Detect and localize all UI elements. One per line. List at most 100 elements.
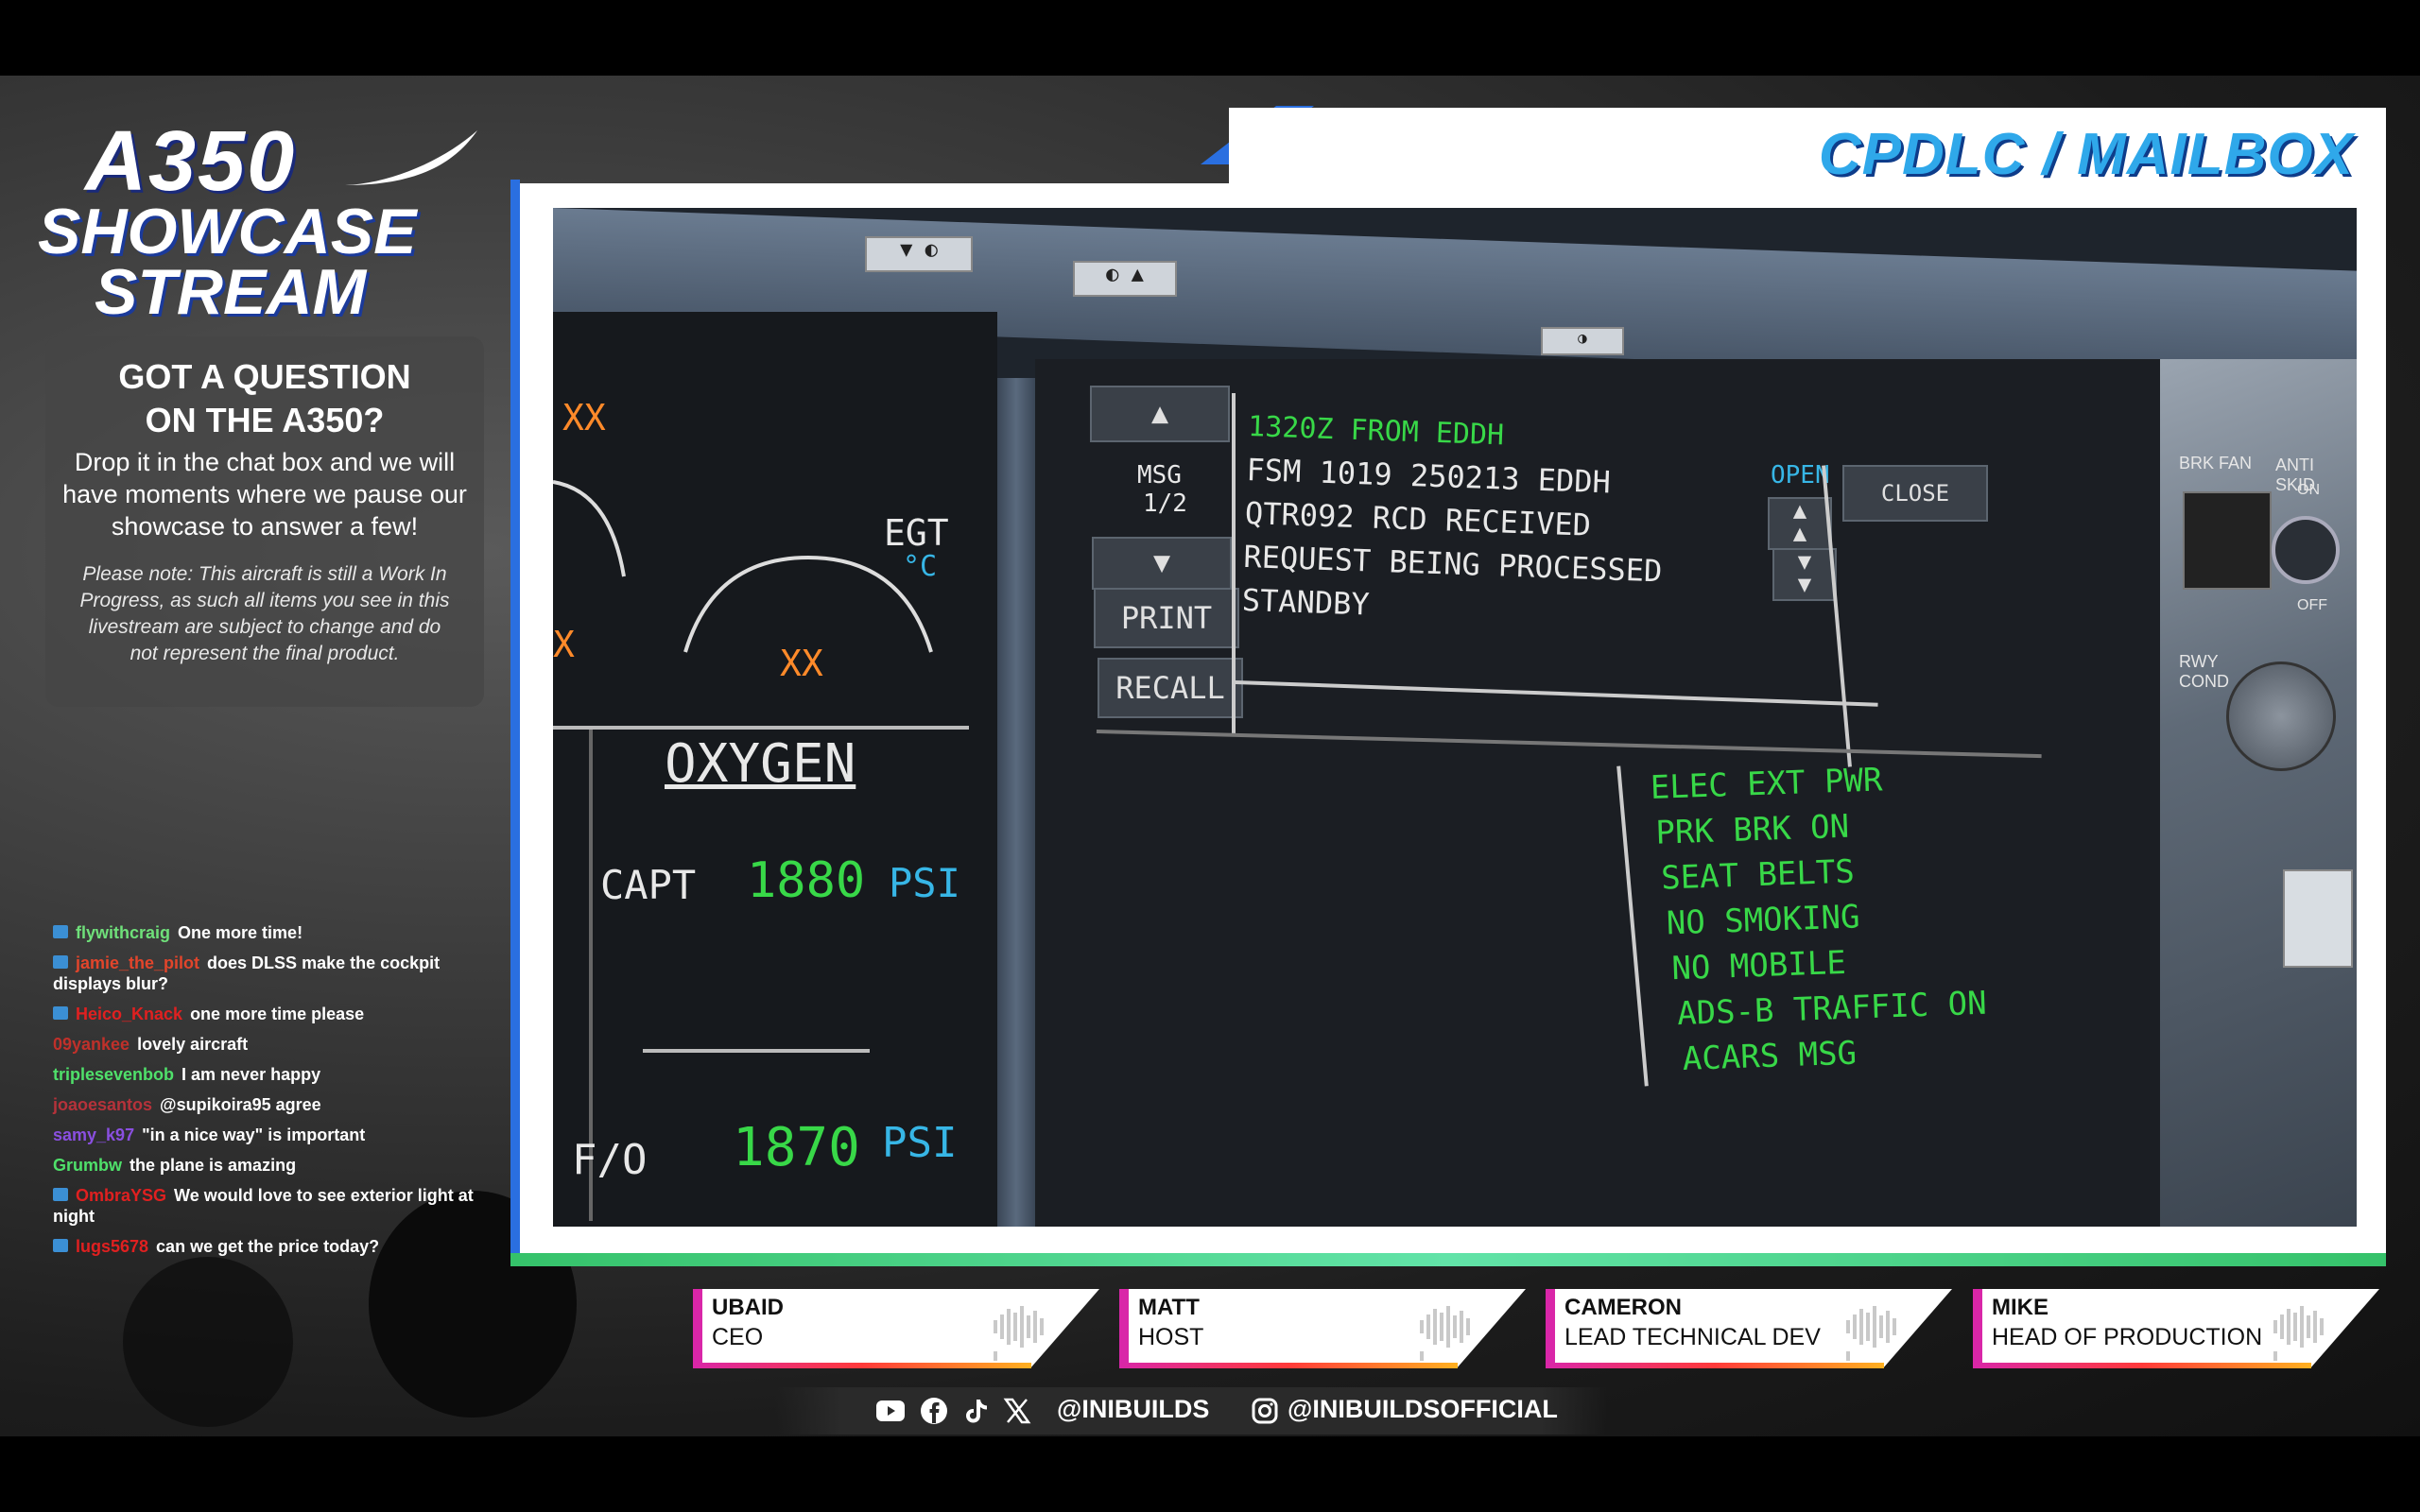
youtube-icon[interactable]	[875, 1397, 906, 1425]
presenter-accent	[1119, 1363, 1458, 1368]
tiktok-icon[interactable]	[960, 1397, 991, 1425]
chat-username[interactable]: 09yankee	[53, 1035, 130, 1054]
chat-text: the plane is amazing	[130, 1156, 297, 1175]
chat-username[interactable]: joaoesantos	[53, 1095, 152, 1114]
chat-username[interactable]: Heico_Knack	[76, 1005, 182, 1023]
chat-message: lugs5678 can we get the price today?	[53, 1236, 488, 1257]
egt-label: EGT	[884, 512, 949, 554]
msg-down-button[interactable]: ▼	[1092, 537, 1232, 590]
chat-text: lovely aircraft	[137, 1035, 249, 1054]
audio-wave-icon	[2273, 1306, 2330, 1361]
scroll-up-button[interactable]: ▲ ▲	[1768, 497, 1832, 550]
subscriber-badge-icon	[53, 1006, 68, 1021]
swoosh-icon	[345, 130, 477, 185]
msg-page-count: 1/2	[1143, 490, 1187, 518]
chat-username[interactable]: lugs5678	[76, 1237, 148, 1256]
disclaimer-note: Please note: This aircraft is still a Wo…	[79, 563, 450, 664]
capt-oxygen-value: 1880	[747, 852, 866, 909]
chat-text: I am never happy	[182, 1065, 321, 1084]
anti-skid-switch[interactable]	[2272, 516, 2340, 584]
chat-message: triplesevenbob I am never happy	[53, 1064, 488, 1085]
logo-stream-text: STREAM	[95, 256, 367, 328]
question-title-line1: GOT A QUESTION	[118, 357, 411, 396]
chat-username[interactable]: samy_k97	[53, 1125, 134, 1144]
bezel-power-button[interactable]: ◑	[1541, 327, 1624, 355]
anti-skid-off-label: OFF	[2297, 597, 2327, 613]
subscriber-badge-icon	[53, 1188, 68, 1202]
chat-message: joaoesantos @supikoira95 agree	[53, 1094, 488, 1115]
subscriber-badge-icon	[53, 925, 68, 939]
presenter-role: HOST	[1138, 1324, 1204, 1350]
chat-username[interactable]: Grumbw	[53, 1156, 122, 1175]
scroll-down-button[interactable]: ▼ ▼	[1772, 548, 1837, 601]
chat-text: can we get the price today?	[156, 1237, 380, 1256]
message-body: FSM 1019 250213 EDDH QTR092 RCD RECEIVED R…	[1241, 448, 1776, 640]
social-handle-inibuilds[interactable]: @INIBUILDS	[1057, 1395, 1209, 1424]
section-title: CPDLC / MAILBOX	[1818, 122, 2354, 187]
anti-skid-on-label: ON	[2297, 482, 2320, 498]
msg-label: MSG	[1137, 461, 1182, 490]
chat-text: one more time please	[190, 1005, 365, 1023]
facebook-icon[interactable]	[919, 1397, 949, 1425]
overhead-pushbutton[interactable]	[2283, 869, 2353, 968]
presenter-role: HEAD OF PRODUCTION	[1992, 1324, 2263, 1350]
chat-message: jamie_the_pilot does DLSS make the cockpi…	[53, 953, 488, 994]
fo-oxygen-value: 1870	[733, 1117, 860, 1178]
presenter-accent	[1119, 1289, 1129, 1368]
capt-label: CAPT	[600, 862, 697, 908]
audio-wave-icon	[994, 1306, 1050, 1361]
chat-message: OmbraYSG We would love to see exterior li…	[53, 1185, 488, 1227]
presenter-accent	[693, 1363, 1031, 1368]
brk-fan-label: BRK FAN	[2179, 454, 2253, 472]
presenter-accent	[693, 1289, 702, 1368]
x-icon[interactable]	[1002, 1397, 1032, 1425]
chat-text: "in a nice way" is important	[142, 1125, 366, 1144]
msg-up-button[interactable]: ▲	[1090, 386, 1230, 442]
chat-message: samy_k97 "in a nice way" is important	[53, 1125, 488, 1145]
chat-username[interactable]: jamie_the_pilot	[76, 954, 199, 972]
chat-message: Heico_Knack one more time please	[53, 1004, 488, 1024]
fo-oxygen-unit: PSI	[882, 1119, 958, 1167]
presenter-accent	[1546, 1289, 1555, 1368]
capt-oxygen-unit: PSI	[889, 860, 960, 906]
cockpit-video: ▼ ◐ ◐ ▲ ◑ XX X EGT °C XX OXYGEN CAPT 188…	[553, 208, 2357, 1227]
chat-text: @supikoira95 agree	[160, 1095, 321, 1114]
indicator-x-mid: X	[553, 624, 575, 665]
presenter-accent	[1973, 1363, 2311, 1368]
divider	[643, 1049, 870, 1053]
instagram-icon[interactable]	[1250, 1397, 1280, 1425]
oxygen-title: OXYGEN	[665, 733, 856, 795]
landing-gear-wheel	[123, 1257, 293, 1427]
divider	[553, 726, 969, 730]
bezel-brightness-down-button[interactable]: ▼ ◐	[865, 236, 973, 272]
social-handle-inibuildsofficial[interactable]: @INIBUILDSOFFICIAL	[1288, 1395, 1558, 1424]
egt-value: XX	[780, 643, 823, 684]
presenter-card: MIKE HEAD OF PRODUCTION	[1973, 1289, 2379, 1368]
chat-text: One more time!	[178, 923, 303, 942]
chat-message: 09yankee lovely aircraft	[53, 1034, 488, 1055]
chat-username[interactable]: flywithcraig	[76, 923, 170, 942]
recall-button[interactable]: RECALL	[1098, 658, 1243, 718]
bezel-brightness-up-button[interactable]: ◐ ▲	[1073, 261, 1177, 297]
chat-box: flywithcraig One more time! jamie_the_pilo…	[53, 922, 488, 1266]
print-button[interactable]: PRINT	[1094, 588, 1239, 648]
egt-unit: °C	[903, 550, 938, 583]
frame-bottom-stripe	[510, 1253, 2386, 1266]
presenter-card: UBAID CEO	[693, 1289, 1099, 1368]
presenter-name: MIKE	[1992, 1295, 2048, 1320]
brk-fan-button[interactable]	[2183, 491, 2272, 590]
presenter-card: MATT HOST	[1119, 1289, 1526, 1368]
frame-left-stripe	[510, 180, 520, 1257]
chat-message: flywithcraig One more time!	[53, 922, 488, 943]
chat-username[interactable]: triplesevenbob	[53, 1065, 174, 1084]
question-title: GOT A QUESTION ON THE A350?	[45, 355, 484, 442]
question-title-line2: ON THE A350?	[145, 401, 385, 439]
presenter-name: CAMERON	[1564, 1295, 1682, 1320]
audio-wave-icon	[1420, 1306, 1477, 1361]
rwy-cond-knob[interactable]	[2226, 662, 2336, 771]
question-box: GOT A QUESTION ON THE A350? Drop it in t…	[45, 336, 484, 707]
audio-wave-icon	[1846, 1306, 1903, 1361]
close-button[interactable]: CLOSE	[1842, 465, 1988, 522]
subscriber-badge-icon	[53, 1239, 68, 1253]
chat-username[interactable]: OmbraYSG	[76, 1186, 166, 1205]
